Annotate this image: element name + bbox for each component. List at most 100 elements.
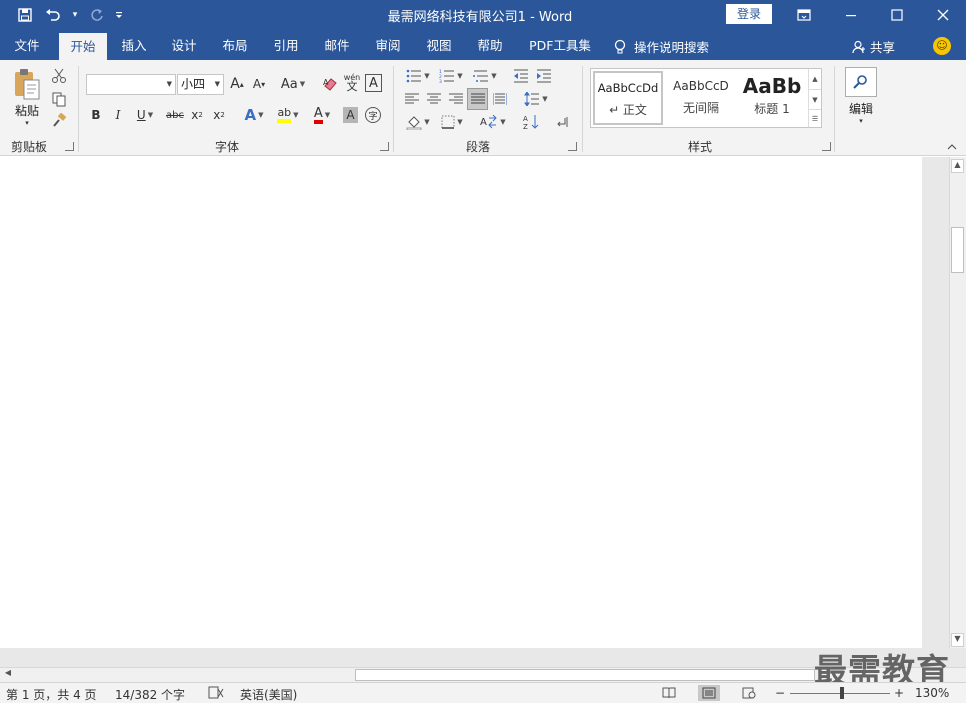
tell-me-search[interactable]: 操作说明搜索 xyxy=(614,37,709,56)
tab-pdf-tools[interactable]: PDF工具集 xyxy=(522,36,598,60)
share-button[interactable]: 共享 xyxy=(852,37,895,56)
scroll-left-button[interactable]: ◀ xyxy=(2,668,14,680)
cut-button[interactable] xyxy=(50,66,68,86)
bold-button[interactable]: B xyxy=(88,105,104,125)
zoom-out-button[interactable]: − xyxy=(775,686,785,700)
undo-dropdown-button[interactable]: ▾ xyxy=(70,5,80,25)
font-color-button[interactable]: A ▼ xyxy=(307,105,337,125)
scroll-down-button[interactable]: ▼ xyxy=(951,633,964,647)
style-item-no-spacing[interactable]: AaBbCcD 无间隔 xyxy=(666,71,736,125)
scroll-up-button[interactable]: ▲ xyxy=(951,159,964,173)
clear-formatting-button[interactable]: A xyxy=(320,74,340,94)
chinese-layout-button[interactable]: A ▼ xyxy=(478,112,508,132)
paste-button[interactable]: 粘贴 xyxy=(12,102,42,119)
customize-qat-button[interactable] xyxy=(114,5,124,25)
text-effects-button[interactable]: A ▼ xyxy=(240,105,268,125)
editing-button[interactable] xyxy=(845,67,877,97)
maximize-button[interactable] xyxy=(874,0,920,30)
zoom-slider-thumb[interactable] xyxy=(840,687,844,699)
minimize-button[interactable] xyxy=(828,0,874,30)
tab-help[interactable]: 帮助 xyxy=(468,36,512,60)
login-button[interactable]: 登录 xyxy=(726,4,772,24)
clipboard-dialog-launcher[interactable] xyxy=(65,142,74,151)
styles-dialog-launcher[interactable] xyxy=(822,142,831,151)
tab-layout[interactable]: 布局 xyxy=(213,36,257,60)
zoom-level[interactable]: 130% xyxy=(915,686,949,700)
language-status[interactable]: 英语(美国) xyxy=(240,686,297,703)
sort-button[interactable]: AZ xyxy=(521,112,541,132)
shrink-font-button[interactable]: A ▾ xyxy=(250,74,268,94)
collapse-ribbon-button[interactable] xyxy=(944,140,960,154)
tab-mailings[interactable]: 邮件 xyxy=(315,36,359,60)
save-button[interactable] xyxy=(14,5,36,25)
styles-more-button[interactable]: ☰ xyxy=(808,109,821,127)
tab-references[interactable]: 引用 xyxy=(264,36,308,60)
copy-button[interactable] xyxy=(50,89,68,109)
tab-home[interactable]: 开始 xyxy=(59,33,107,60)
ribbon-display-options-button[interactable] xyxy=(781,0,827,30)
ribbon-display-icon xyxy=(797,9,811,21)
multilevel-list-button[interactable]: ▼ xyxy=(470,66,500,86)
borders-button[interactable]: ▼ xyxy=(437,112,467,132)
paste-icon[interactable] xyxy=(12,68,42,102)
tab-file[interactable]: 文件 xyxy=(4,36,50,60)
read-mode-button[interactable] xyxy=(658,685,680,701)
character-border-button[interactable]: A xyxy=(365,74,382,92)
editing-dropdown-button[interactable]: ▾ xyxy=(855,116,867,126)
style-item-heading-1[interactable]: AaBb 标题 1 xyxy=(737,71,807,125)
enclose-characters-button[interactable]: 字 xyxy=(364,105,382,125)
show-marks-button[interactable] xyxy=(554,112,572,132)
phonetic-guide-button[interactable]: wén 文 xyxy=(342,72,362,92)
decrease-indent-button[interactable] xyxy=(511,66,531,86)
superscript-button[interactable]: x2 xyxy=(211,105,227,125)
justify-button[interactable] xyxy=(467,88,488,110)
web-layout-button[interactable] xyxy=(738,685,760,701)
paragraph-dialog-launcher[interactable] xyxy=(568,142,577,151)
tab-design[interactable]: 设计 xyxy=(162,36,206,60)
feedback-smiley-icon[interactable]: ☺ xyxy=(933,37,951,55)
subscript-button[interactable]: x2 xyxy=(189,105,205,125)
close-button[interactable] xyxy=(920,0,966,30)
highlight-button[interactable]: ab ▼ xyxy=(272,105,304,125)
distributed-button[interactable] xyxy=(491,89,509,109)
grow-font-button[interactable]: A ▴ xyxy=(228,74,246,94)
line-spacing-button[interactable]: ▼ xyxy=(521,89,551,109)
word-count-status[interactable]: 14/382 个字 xyxy=(115,686,185,703)
print-layout-button[interactable] xyxy=(698,685,720,701)
font-name-combo[interactable]: ▼ xyxy=(86,74,176,95)
proofing-status[interactable] xyxy=(208,686,224,702)
document-page[interactable]: 1↵ xyxy=(0,157,922,647)
tab-insert[interactable]: 插入 xyxy=(112,36,156,60)
styles-scroll-up-button[interactable]: ▲ xyxy=(808,69,821,89)
shading-button[interactable]: ▼ xyxy=(403,112,433,132)
character-shading-button[interactable]: A xyxy=(343,107,358,123)
style-name: 标题 1 xyxy=(754,102,790,116)
style-item-normal[interactable]: AaBbCcDd ↵ 正文 xyxy=(593,71,663,125)
tab-view[interactable]: 视图 xyxy=(417,36,461,60)
strikethrough-button[interactable]: abc xyxy=(164,105,186,125)
styles-gallery: AaBbCcDd ↵ 正文 AaBbCcD 无间隔 AaBb 标题 1 ▲ ▼ … xyxy=(590,68,822,128)
format-painter-button[interactable] xyxy=(50,111,68,131)
change-case-button[interactable]: Aa ▼ xyxy=(278,74,308,94)
paste-dropdown-button[interactable]: ▾ xyxy=(20,118,34,128)
zoom-in-button[interactable]: + xyxy=(894,686,904,700)
align-center-button[interactable] xyxy=(425,89,443,109)
font-dialog-launcher[interactable] xyxy=(380,142,389,151)
styles-scroll-down-button[interactable]: ▼ xyxy=(808,89,821,109)
page-count-status[interactable]: 第 1 页，共 4 页 xyxy=(6,686,97,703)
bullets-button[interactable]: ▼ xyxy=(403,66,433,86)
numbering-button[interactable]: 1 2 3 ▼ xyxy=(436,66,466,86)
italic-button[interactable]: I xyxy=(110,105,126,125)
align-right-button[interactable] xyxy=(447,89,465,109)
vertical-scroll-thumb[interactable] xyxy=(951,227,964,273)
editing-label[interactable]: 编辑 xyxy=(838,100,884,117)
tab-review[interactable]: 审阅 xyxy=(366,36,410,60)
undo-button[interactable] xyxy=(42,5,64,25)
align-left-button[interactable] xyxy=(403,89,421,109)
vertical-scrollbar[interactable]: ▲ ▼ xyxy=(922,157,966,648)
horizontal-scroll-thumb[interactable] xyxy=(355,669,815,681)
increase-indent-button[interactable] xyxy=(534,66,554,86)
font-size-combo[interactable]: 小四 ▼ xyxy=(177,74,224,95)
redo-button[interactable] xyxy=(86,5,108,25)
underline-button[interactable]: U ▼ xyxy=(132,105,158,125)
